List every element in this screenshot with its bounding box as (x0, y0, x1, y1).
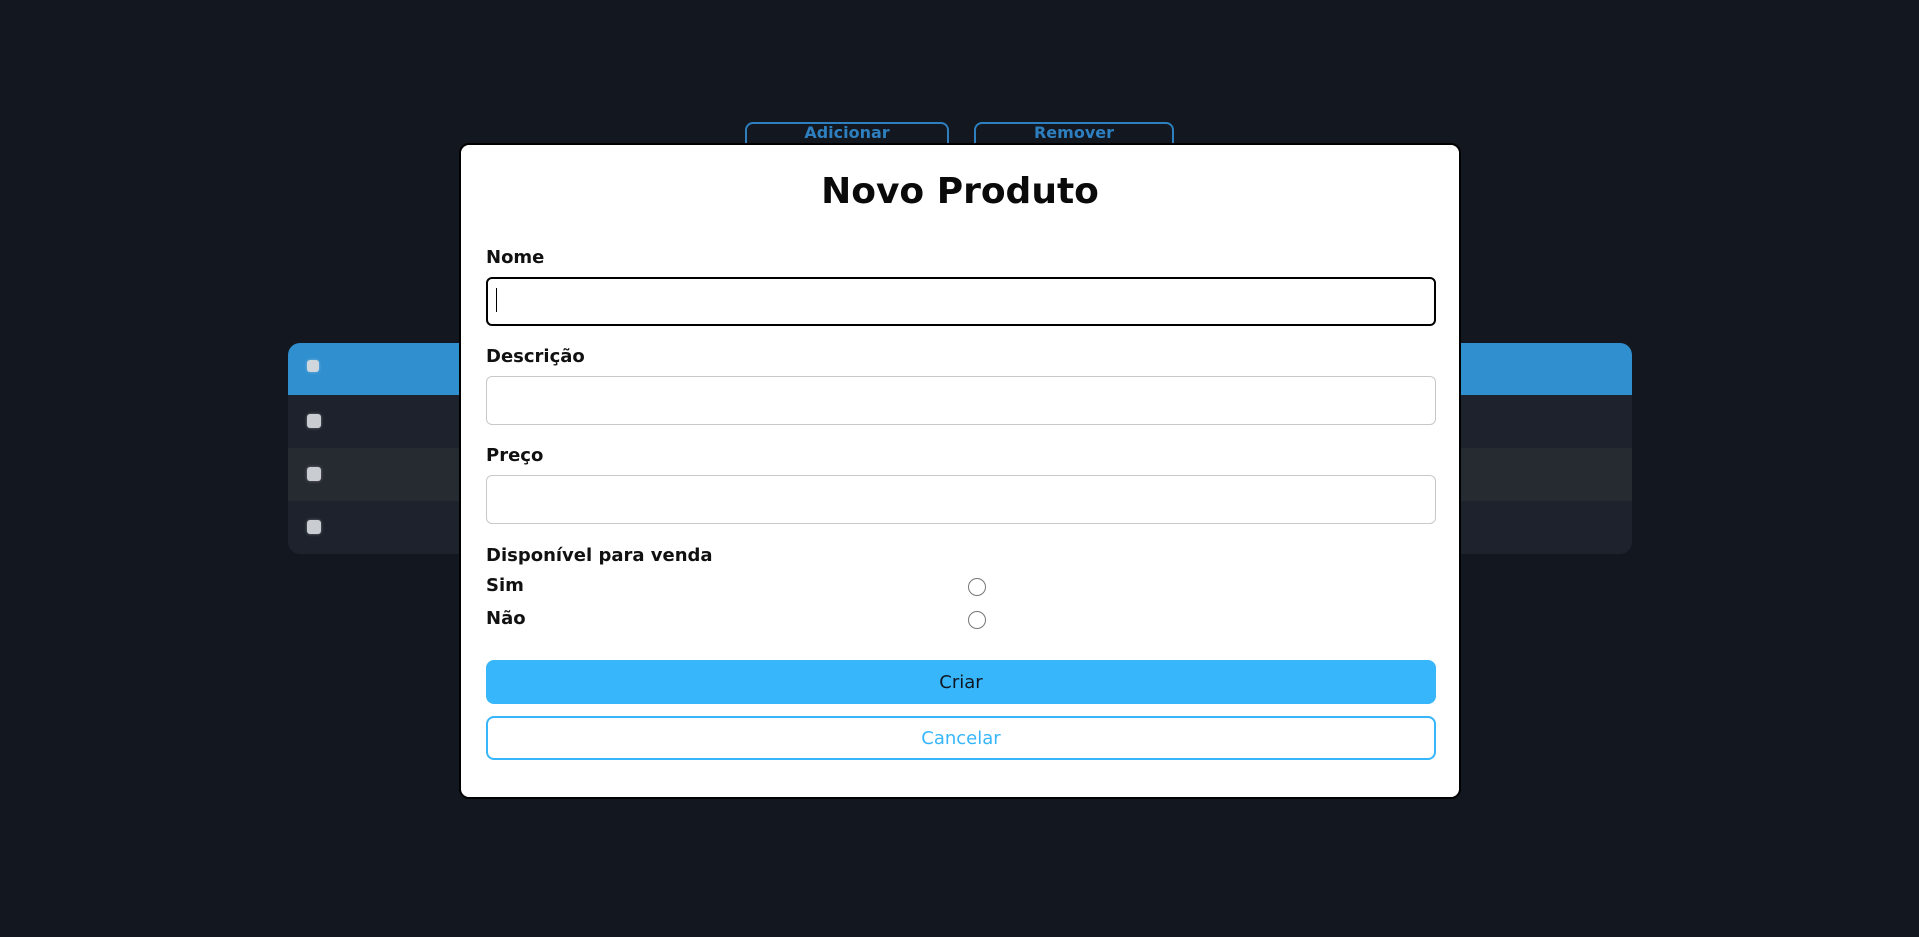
price-label: Preço (486, 445, 544, 466)
no-label: Não (486, 608, 526, 629)
text-caret (496, 288, 497, 312)
availability-option-no[interactable]: Não (486, 602, 1434, 635)
description-input[interactable] (486, 376, 1436, 425)
yes-label: Sim (486, 575, 524, 596)
select-all-checkbox[interactable] (307, 360, 319, 372)
no-radio[interactable] (968, 611, 986, 629)
availability-option-yes[interactable]: Sim (486, 569, 1434, 602)
name-input-wrapper (486, 277, 1436, 326)
description-label: Descrição (486, 346, 585, 367)
row-checkbox[interactable] (307, 414, 321, 428)
price-input[interactable] (486, 475, 1436, 524)
row-checkbox[interactable] (307, 467, 321, 481)
page: Adicionar Produto Remover Produto Novo P… (0, 0, 1919, 937)
name-label: Nome (486, 247, 545, 268)
name-input[interactable] (486, 277, 1436, 326)
row-checkbox[interactable] (307, 520, 321, 534)
create-button[interactable]: Criar (486, 660, 1436, 704)
new-product-modal: Novo Produto Nome Descrição Preço Dispon… (459, 143, 1461, 799)
availability-label: Disponível para venda (486, 545, 713, 566)
yes-radio[interactable] (968, 578, 986, 596)
modal-title: Novo Produto (821, 171, 1099, 212)
cancel-button[interactable]: Cancelar (486, 716, 1436, 760)
